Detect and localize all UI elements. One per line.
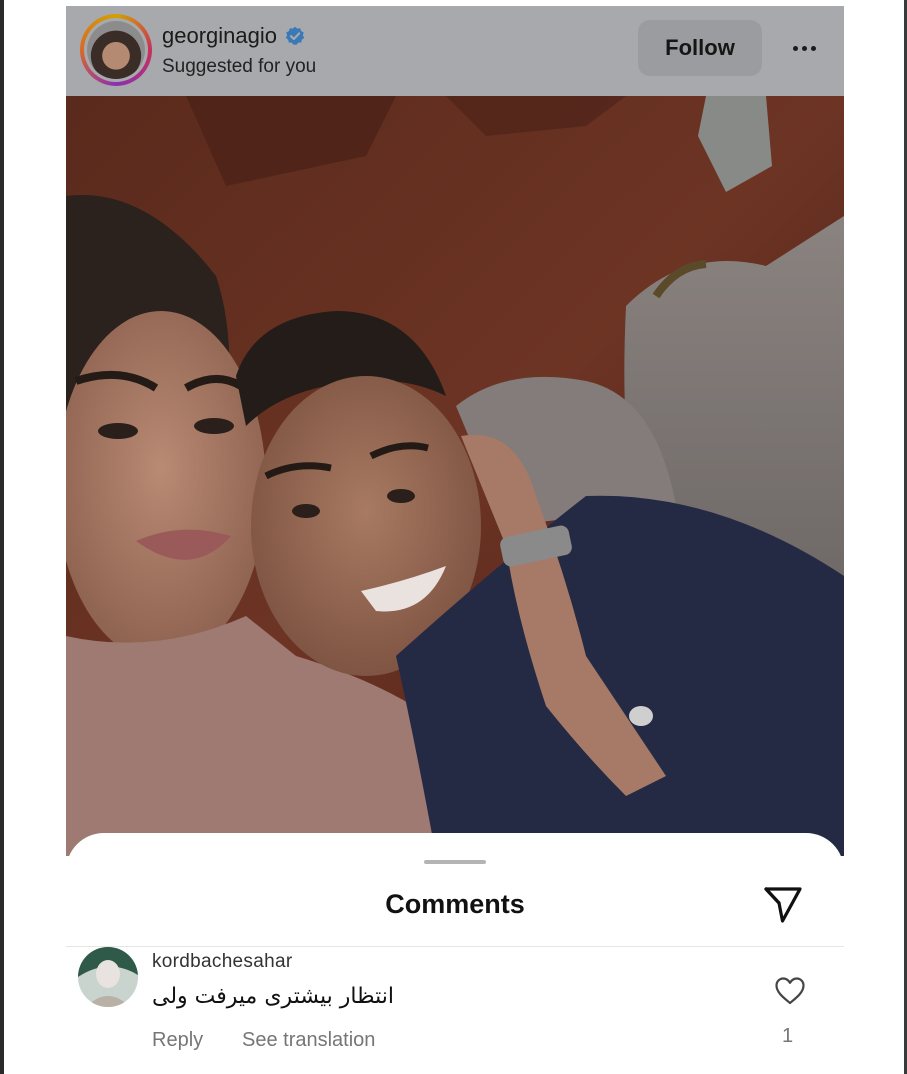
follow-button[interactable]: Follow (638, 20, 762, 76)
profile-avatar[interactable] (80, 14, 152, 86)
avatar-image (87, 21, 145, 79)
more-dot (801, 45, 807, 51)
more-options-icon[interactable] (782, 32, 826, 64)
commenter-avatar[interactable] (78, 947, 138, 1007)
paper-plane-icon[interactable] (763, 886, 803, 924)
suggested-label: Suggested for you (162, 56, 317, 77)
post-username-row[interactable]: georginagio (162, 23, 305, 49)
avatar-inner-ring (84, 18, 148, 82)
more-dot (810, 45, 816, 51)
screen-edge-left (0, 0, 4, 1074)
reply-button[interactable]: Reply (152, 1029, 203, 1052)
post-photo[interactable] (66, 96, 844, 856)
see-translation-button[interactable]: See translation (242, 1029, 375, 1052)
comment-like-count: 1 (782, 1025, 794, 1047)
comment-text: انتظار بیشتری میرفت ولی (152, 984, 394, 1009)
photo-illustration (66, 96, 844, 856)
post-header: georginagio Suggested for you Follow (66, 6, 844, 96)
sheet-divider (66, 946, 844, 947)
commenter-avatar-image (78, 947, 138, 1007)
more-dot (792, 45, 798, 51)
verified-badge-icon (285, 26, 305, 45)
sheet-drag-handle[interactable] (424, 860, 486, 864)
post-username[interactable]: georginagio (162, 23, 277, 49)
comments-sheet: Comments (66, 833, 844, 953)
heart-outline-icon[interactable] (774, 976, 806, 1006)
comments-title: Comments (385, 889, 525, 919)
comment-username[interactable]: kordbachesahar (152, 951, 292, 973)
